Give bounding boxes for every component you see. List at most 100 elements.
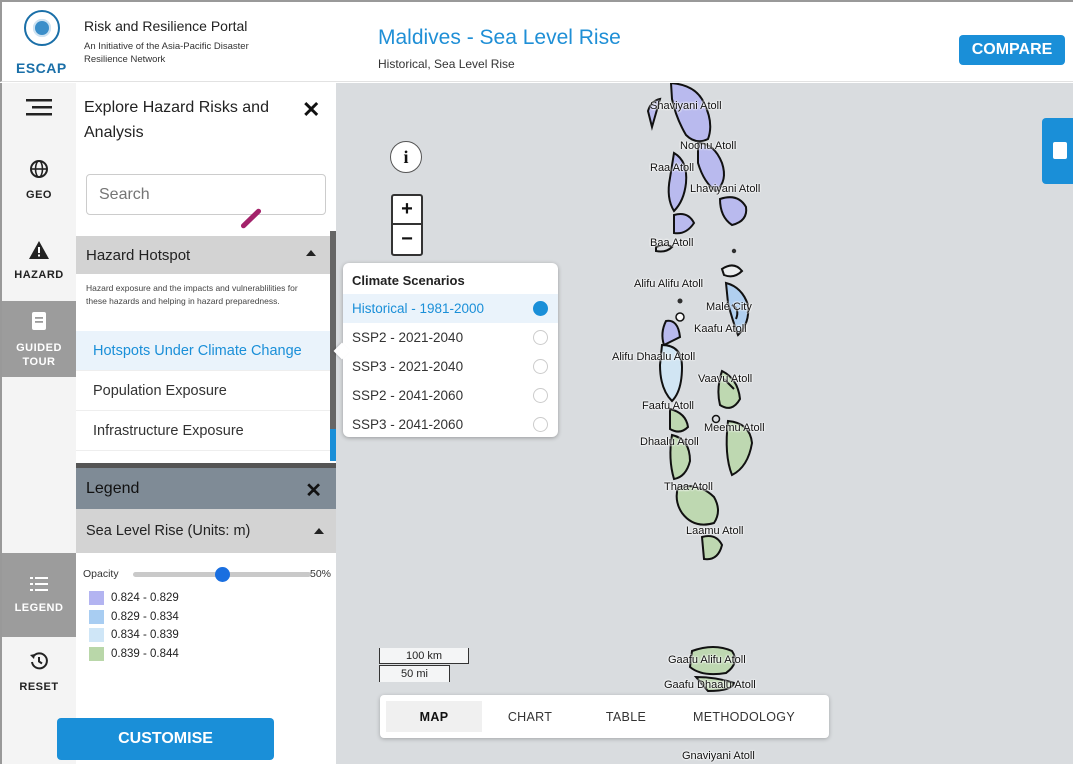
atoll-label: Thaa Atoll (664, 481, 713, 493)
un-emblem-icon (24, 10, 60, 46)
logo-text: ESCAP (16, 60, 67, 76)
history-icon (29, 651, 49, 677)
rail-reset-button[interactable]: RESET (2, 651, 76, 701)
scenario-list: Historical - 1981-2000 SSP2 - 2021-2040 … (343, 294, 558, 439)
tab-chart[interactable]: CHART (482, 701, 578, 732)
menu-toggle-button[interactable] (2, 97, 76, 137)
scenario-label: SSP2 - 2021-2040 (352, 330, 464, 345)
atoll-label: Noonu Atoll (680, 140, 737, 152)
globe-icon (29, 159, 49, 185)
page-subtitle: Historical, Sea Level Rise (378, 57, 515, 71)
book-icon (31, 311, 47, 337)
scenario-radio[interactable] (533, 359, 548, 374)
atoll-label: Malé City (706, 301, 752, 313)
opacity-slider-handle[interactable] (215, 567, 230, 582)
legend-label: 0.829 - 0.834 (111, 610, 179, 623)
portal-title: Risk and Resilience Portal (84, 18, 248, 34)
rail-reset-label: RESET (19, 681, 59, 693)
climate-scenarios-title: Climate Scenarios (352, 273, 465, 288)
hazard-item-hotspots-climate-change[interactable]: Hotspots Under Climate Change (76, 331, 330, 371)
rail-geo-label: GEO (26, 189, 52, 201)
island-male-ring (675, 312, 685, 322)
island-thoddoo (731, 248, 737, 254)
panel-close-icon[interactable]: ✕ (302, 97, 320, 123)
hamburger-icon (26, 99, 52, 116)
tab-table[interactable]: TABLE (578, 701, 674, 732)
escap-logo: ESCAP (14, 8, 72, 78)
atoll-label: Laamu Atoll (686, 525, 744, 537)
info-button[interactable]: i (390, 141, 422, 173)
tab-methodology[interactable]: METHODOLOGY (674, 701, 814, 732)
zoom-in-button[interactable]: + (393, 196, 421, 225)
sea-level-rise-title: Sea Level Rise (Units: m) (86, 523, 251, 539)
scale-mi: 50 mi (379, 665, 450, 682)
caret-up-icon (314, 528, 324, 534)
document-help-button[interactable] (1042, 118, 1073, 184)
rail-guided-tour-label: GUIDED TOUR (16, 342, 62, 368)
legend-swatch (89, 646, 104, 661)
legend-swatch (89, 609, 104, 624)
customise-button[interactable]: CUSTOMISE (57, 718, 274, 760)
legend-swatch (89, 591, 104, 606)
atoll-shaviyani (669, 83, 712, 143)
atoll-label: Alifu Alifu Atoll (634, 278, 704, 290)
island-rasdhoo (677, 298, 683, 304)
zoom-control: + − (391, 194, 423, 256)
panel-title: Explore Hazard Risks and Analysis (84, 99, 269, 141)
atoll-faafu (669, 407, 690, 433)
legend-label: 0.834 - 0.839 (111, 629, 179, 642)
legend-row: 0.839 - 0.844 (89, 645, 179, 664)
list-icon (30, 575, 48, 598)
app-header: ESCAP Risk and Resilience Portal An Init… (0, 0, 1073, 82)
atoll-label: Gaafu Dhaalu Atoll (664, 679, 756, 691)
warning-icon (29, 241, 49, 265)
sea-level-rise-header[interactable]: Sea Level Rise (Units: m) (76, 509, 336, 553)
scenario-label: Historical - 1981-2000 (352, 301, 485, 316)
atoll-label: Kaafu Atoll (694, 323, 747, 335)
scenario-radio[interactable] (533, 417, 548, 432)
legend-classes: 0.824 - 0.829 0.829 - 0.834 0.834 - 0.83… (89, 589, 179, 663)
atoll-label: Faafu Atoll (642, 400, 694, 412)
atoll-label: Shaviyani Atoll (650, 100, 722, 112)
opacity-control: Opacity 50% (83, 567, 333, 582)
scenario-radio[interactable] (533, 330, 548, 345)
rail-geo-button[interactable]: GEO (2, 159, 76, 219)
page-title: Maldives - Sea Level Rise (378, 26, 621, 49)
atoll-label: Baa Atoll (650, 237, 694, 249)
hazard-hotspot-header[interactable]: Hazard Hotspot (76, 236, 330, 274)
scenario-option[interactable]: SSP2 - 2021-2040 (343, 323, 558, 352)
atoll-label: Gaafu Alifu Atoll (668, 654, 746, 666)
tab-map[interactable]: MAP (386, 701, 482, 732)
search-input[interactable] (86, 174, 326, 215)
hazard-hotspot-title: Hazard Hotspot (86, 246, 191, 264)
rail-hazard-button[interactable]: HAZARD (2, 241, 76, 289)
scenario-option[interactable]: SSP2 - 2041-2060 (343, 381, 558, 410)
legend-close-icon[interactable]: ✕ (305, 478, 322, 503)
rail-guided-tour-button[interactable]: GUIDED TOUR (2, 301, 76, 377)
atoll-alifu-dhaalu-north (661, 319, 682, 347)
atoll-label: Lhaviyani Atoll (690, 183, 761, 195)
hazard-item-infrastructure-exposure[interactable]: Infrastructure Exposure (76, 411, 330, 451)
zoom-out-button[interactable]: − (393, 225, 421, 254)
atoll-label: Vaavu Atoll (698, 373, 753, 385)
rail-legend-label: LEGEND (14, 602, 64, 614)
atoll-baa (673, 213, 696, 235)
hazard-item-population-exposure[interactable]: Population Exposure (76, 371, 330, 411)
caret-up-icon (306, 250, 316, 256)
compare-button[interactable]: COMPARE (959, 35, 1065, 65)
legend-title: Legend (86, 479, 140, 497)
legend-row: 0.824 - 0.829 (89, 589, 179, 608)
hazard-hotspot-description: Hazard exposure and the impacts and vuln… (86, 283, 298, 306)
scenario-option[interactable]: SSP3 - 2041-2060 (343, 410, 558, 439)
scenario-option[interactable]: SSP3 - 2021-2040 (343, 352, 558, 381)
atoll-label: Dhaalu Atoll (640, 436, 699, 448)
rail-legend-button[interactable]: LEGEND (2, 553, 76, 637)
scenario-radio[interactable] (533, 301, 548, 316)
icon-rail: GEO HAZARD GUIDED TOUR LEGEND RESET (0, 83, 76, 764)
legend-row: 0.834 - 0.839 (89, 626, 179, 645)
scenario-option[interactable]: Historical - 1981-2000 (343, 294, 558, 323)
document-help-icon (1053, 142, 1067, 159)
scenario-radio[interactable] (533, 388, 548, 403)
portal-subtitle: An Initiative of the Asia-Pacific Disast… (84, 41, 249, 65)
atoll-alifu-alifu (720, 264, 744, 278)
